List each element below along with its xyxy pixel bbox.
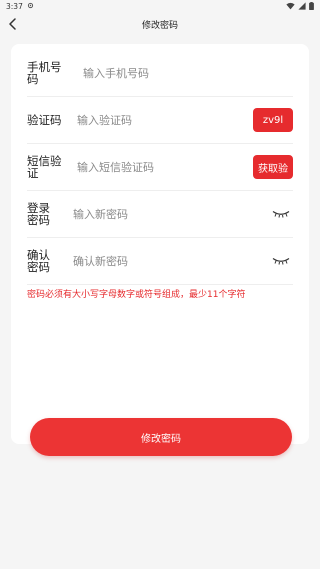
password-rule-hint: 密码必须有大小写字母数字或符号组成，最少11个字符 bbox=[27, 290, 246, 300]
new-password-row: 登录密码 bbox=[27, 191, 293, 238]
phone-input[interactable] bbox=[83, 66, 293, 80]
sms-label: 短信验证 bbox=[27, 154, 62, 180]
captcha-image-button[interactable]: zv9l bbox=[253, 108, 293, 132]
phone-label: 手机号码 bbox=[27, 60, 62, 86]
confirm-password-label: 确认密码 bbox=[27, 248, 50, 274]
back-icon bbox=[8, 15, 18, 34]
battery-icon bbox=[309, 1, 314, 12]
submit-change-password-button[interactable]: 修改密码 bbox=[30, 418, 292, 456]
new-password-input[interactable] bbox=[73, 207, 271, 221]
nav-bar: 修改密码 bbox=[0, 13, 320, 35]
status-bar: 3:37 bbox=[0, 0, 320, 13]
sms-row: 短信验证 获取验 bbox=[27, 144, 293, 191]
captcha-row: 验证码 zv9l bbox=[27, 97, 293, 144]
status-time: 3:37 bbox=[6, 2, 23, 11]
sms-code-input[interactable] bbox=[77, 160, 253, 174]
notification-icon bbox=[27, 2, 34, 11]
password-form-card: 手机号码 验证码 zv9l 短信验证 获取验 登录密码 确认密码 密码必须有大小… bbox=[11, 44, 309, 444]
phone-row: 手机号码 bbox=[27, 50, 293, 97]
back-button[interactable] bbox=[4, 15, 22, 33]
confirm-password-row: 确认密码 bbox=[27, 238, 293, 285]
wifi-icon bbox=[286, 2, 295, 12]
status-right bbox=[286, 1, 314, 12]
signal-icon bbox=[298, 1, 306, 12]
page-title: 修改密码 bbox=[141, 20, 178, 31]
captcha-input[interactable] bbox=[77, 113, 253, 127]
eye-closed-icon[interactable] bbox=[271, 254, 291, 268]
confirm-password-input[interactable] bbox=[73, 254, 271, 268]
eye-closed-icon[interactable] bbox=[271, 207, 291, 221]
status-left: 3:37 bbox=[6, 2, 34, 11]
new-password-label: 登录密码 bbox=[27, 201, 50, 227]
get-sms-code-button[interactable]: 获取验 bbox=[253, 155, 293, 179]
captcha-label: 验证码 bbox=[27, 113, 62, 127]
